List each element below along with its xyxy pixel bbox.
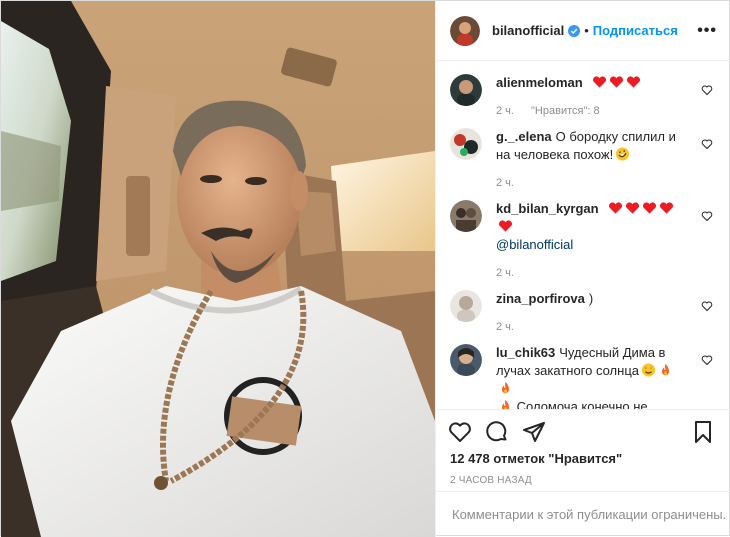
paper-plane-icon[interactable] bbox=[522, 420, 546, 444]
comment-meta: 2 ч. "Нравится": 8 bbox=[496, 102, 687, 117]
follow-button[interactable]: Подписаться bbox=[593, 23, 678, 38]
comment-username[interactable]: lu_chik63 bbox=[496, 345, 555, 360]
heart-outline-icon[interactable] bbox=[448, 420, 472, 444]
red-heart-emoji-icon bbox=[643, 202, 657, 214]
comment-username[interactable]: g._.elena bbox=[496, 129, 552, 144]
verified-badge-icon bbox=[568, 24, 581, 37]
comment-like-heart-icon[interactable] bbox=[701, 300, 713, 312]
commenter-avatar[interactable] bbox=[450, 200, 482, 232]
post-photo[interactable] bbox=[1, 1, 435, 537]
comment-like-heart-icon[interactable] bbox=[701, 84, 713, 96]
likes-count[interactable]: 12 478 отметок "Нравится" bbox=[450, 451, 622, 466]
comment-item: zina_porfirova) 2 ч. bbox=[436, 278, 730, 333]
red-heart-emoji-icon bbox=[593, 76, 607, 88]
red-heart-emoji-icon bbox=[609, 202, 623, 214]
selfie-in-car-image bbox=[1, 1, 435, 537]
red-heart-emoji-icon bbox=[498, 220, 513, 232]
fire-emoji-icon bbox=[502, 399, 509, 409]
fire-emoji-icon bbox=[502, 381, 509, 394]
comment-username[interactable]: zina_porfirova bbox=[496, 291, 585, 306]
post-action-bar bbox=[436, 409, 730, 453]
commenter-avatar[interactable] bbox=[450, 128, 482, 160]
comments-list[interactable]: alienmeloman 2 ч. "Нравится": 8 g._.elen… bbox=[436, 62, 730, 409]
commenter-avatar[interactable] bbox=[450, 344, 482, 376]
comment-like-heart-icon[interactable] bbox=[701, 138, 713, 150]
post-side-panel: bilanofficial • Подписаться ••• alienmel… bbox=[435, 1, 730, 537]
comment-username[interactable]: kd_bilan_kyrgan bbox=[496, 201, 599, 216]
comments-limited-notice: Комментарии к этой публикации ограничены… bbox=[436, 491, 730, 537]
comment-item: alienmeloman 2 ч. "Нравится": 8 bbox=[436, 62, 730, 117]
author-username[interactable]: bilanofficial bbox=[492, 23, 564, 38]
red-heart-emoji-icon bbox=[660, 202, 674, 214]
more-options-icon[interactable]: ••• bbox=[697, 22, 717, 38]
comment-meta: 2 ч. bbox=[496, 264, 687, 279]
comment-text-continued: Соломоча конечно не узнать bbox=[516, 399, 648, 409]
author-avatar[interactable] bbox=[450, 15, 480, 46]
red-heart-emoji-icon bbox=[610, 76, 624, 88]
comment-mention-link[interactable]: @bilanofficial bbox=[496, 237, 573, 252]
comment-bubble-icon[interactable] bbox=[485, 420, 509, 444]
comment-item: lu_chik63 Чудесный Дима в лучах закатного… bbox=[436, 332, 730, 409]
comment-item: kd_bilan_kyrgan @bilanofficial 2 ч. bbox=[436, 188, 730, 279]
post-header: bilanofficial • Подписаться ••• bbox=[436, 1, 730, 61]
comment-meta: 2 ч. bbox=[496, 318, 687, 333]
red-heart-emoji-icon bbox=[627, 76, 641, 88]
rofl-emoji-icon bbox=[616, 147, 630, 161]
comment-username[interactable]: alienmeloman bbox=[496, 75, 583, 90]
comment-like-heart-icon[interactable] bbox=[701, 354, 713, 366]
comment-text: ) bbox=[588, 291, 594, 306]
header-separator: • bbox=[584, 23, 589, 38]
comment-like-heart-icon[interactable] bbox=[701, 210, 713, 222]
instagram-post: bilanofficial • Подписаться ••• alienmel… bbox=[0, 0, 730, 537]
star-struck-emoji-icon bbox=[641, 363, 656, 377]
red-heart-emoji-icon bbox=[626, 202, 640, 214]
comment-item: g._.elena О бородку спилил и на человека … bbox=[436, 116, 730, 189]
comment-meta: 2 ч. bbox=[496, 174, 687, 189]
fire-emoji-icon bbox=[662, 363, 669, 376]
commenter-avatar[interactable] bbox=[450, 290, 482, 322]
bookmark-icon[interactable] bbox=[691, 420, 715, 444]
commenter-avatar[interactable] bbox=[450, 74, 482, 106]
post-timestamp[interactable]: 2 ЧАСОВ НАЗАД bbox=[450, 475, 532, 486]
